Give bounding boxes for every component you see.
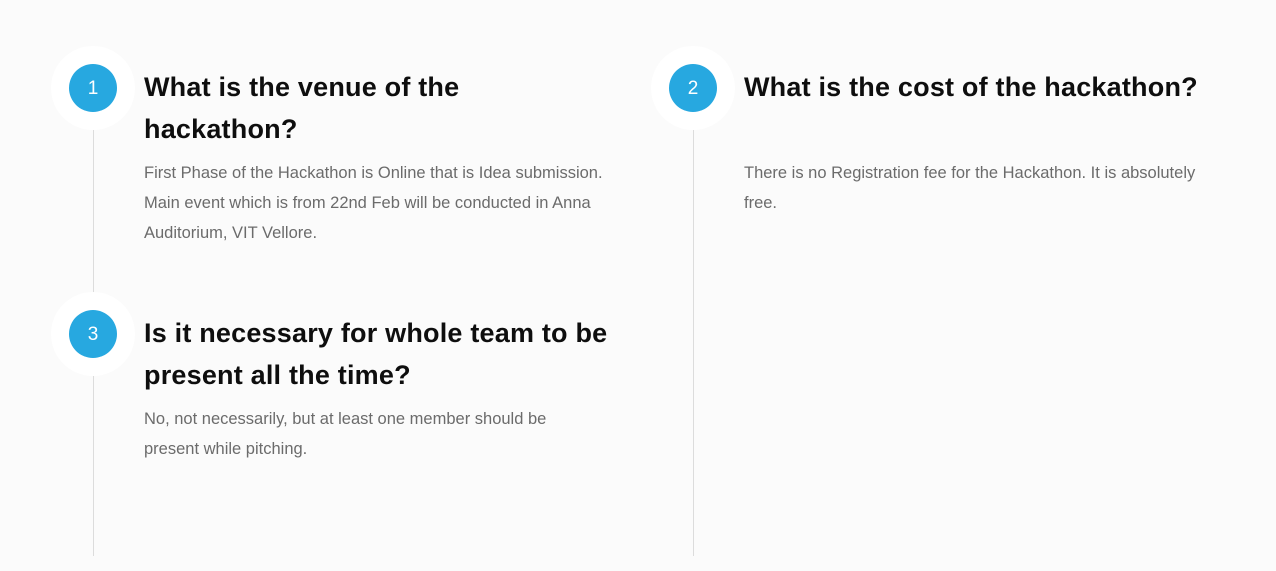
number-badge-ring: 2	[651, 46, 735, 130]
faq-column-left: 1 What is the venue of the hackathon? Fi…	[51, 0, 611, 571]
number-badge: 3	[69, 310, 117, 358]
number-badge: 1	[69, 64, 117, 112]
faq-question: What is the venue of the hackathon?	[144, 72, 460, 144]
number-badge: 2	[669, 64, 717, 112]
number-badge-ring: 3	[51, 292, 135, 376]
faq-question: What is the cost of the hackathon?	[744, 72, 1198, 102]
faq-answer: First Phase of the Hackathon is Online t…	[144, 164, 603, 242]
faq-answer: There is no Registration fee for the Hac…	[744, 164, 1196, 212]
faq-section: 1 What is the venue of the hackathon? Fi…	[0, 0, 1276, 571]
faq-answer: No, not necessarily, but at least one me…	[144, 410, 547, 458]
faq-question: Is it necessary for whole team to be pre…	[144, 318, 608, 390]
number-badge-ring: 1	[51, 46, 135, 130]
faq-column-right: 2 What is the cost of the hackathon? The…	[651, 0, 1211, 571]
timeline-line-right	[693, 130, 694, 556]
